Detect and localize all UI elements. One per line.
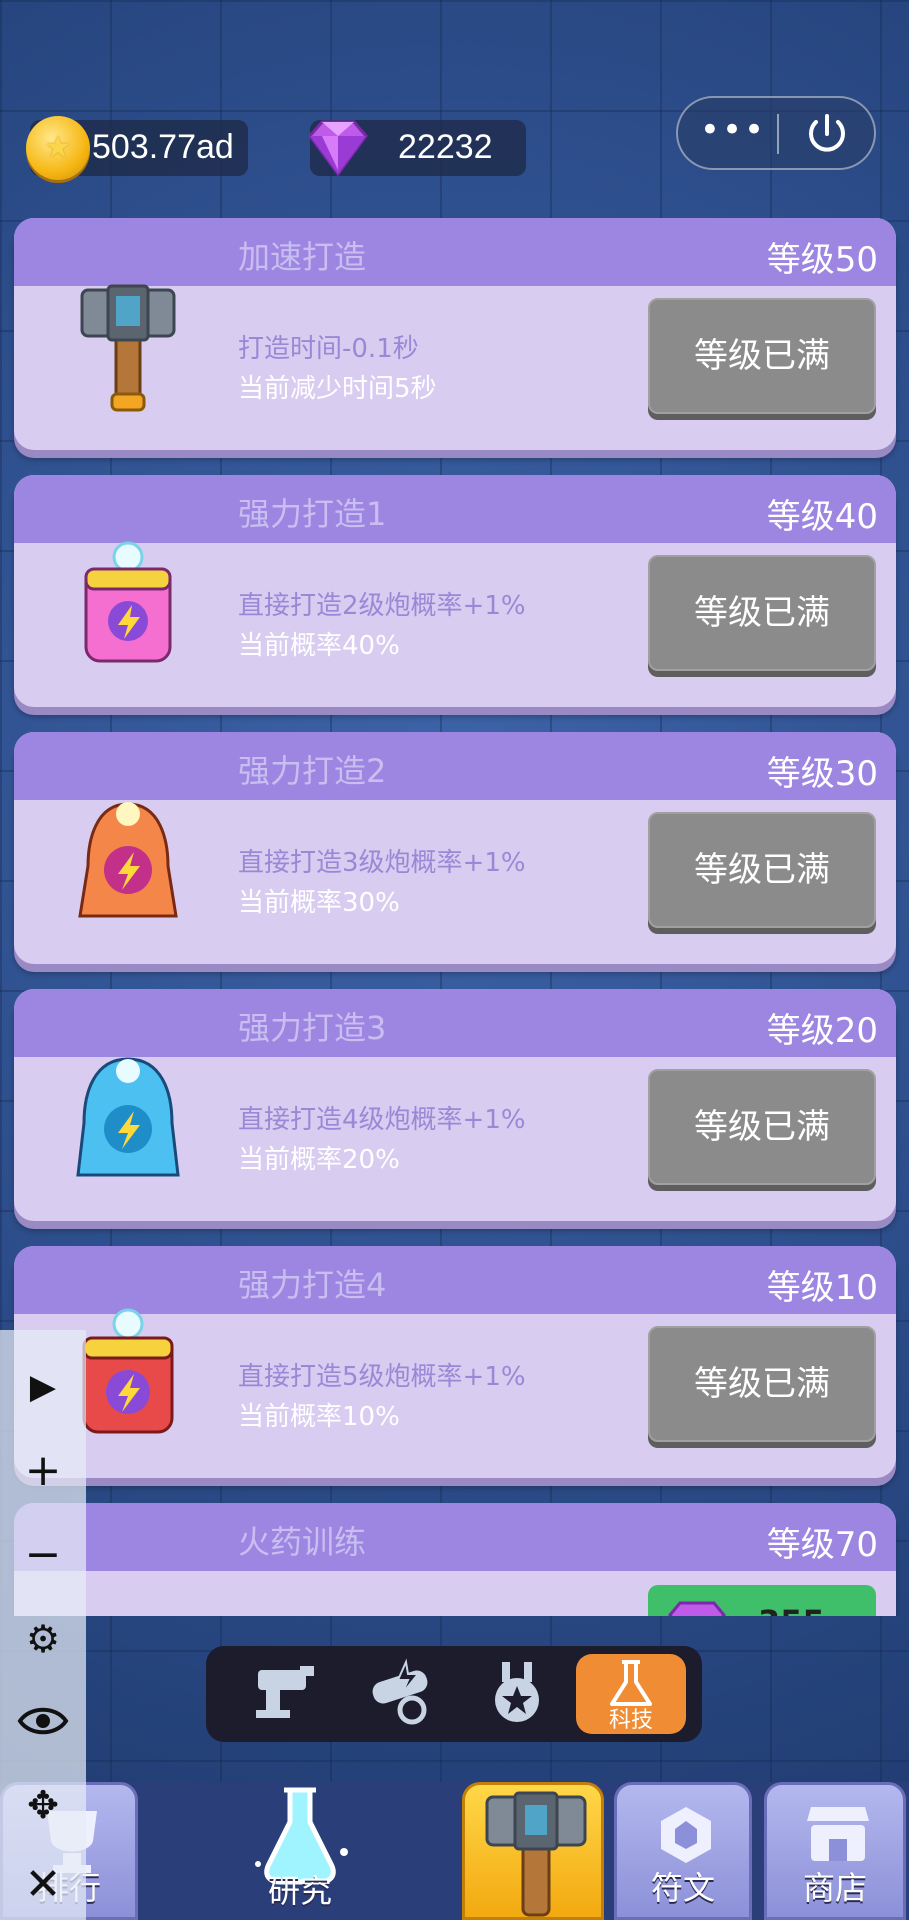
card-level: 等级70	[766, 1525, 878, 1565]
upgrade-price: 355	[758, 1603, 825, 1616]
forge-hammer-icon	[485, 1791, 587, 1917]
gear-icon[interactable]: ⚙	[14, 1610, 72, 1668]
nav-label: 商店	[802, 1869, 867, 1907]
nav-label: 符文	[650, 1869, 715, 1907]
upgrade-card-gunpowder-training: 火药训练 等级70 355	[14, 1503, 896, 1616]
play-icon[interactable]: ▶	[14, 1358, 72, 1416]
plus-icon[interactable]: +	[14, 1442, 72, 1500]
scroll-clip: 火药训练 等级70 355	[0, 0, 909, 1616]
card-title: 火药训练	[238, 1523, 367, 1561]
close-icon[interactable]: ✕	[14, 1856, 72, 1914]
nav-rune[interactable]: 符文	[614, 1782, 752, 1920]
medal-icon	[495, 1662, 539, 1722]
cannon-upgrade-icon	[372, 1658, 428, 1725]
research-tab-bar: 科技	[206, 1646, 702, 1742]
move-icon[interactable]: ✥	[14, 1776, 72, 1834]
nav-research[interactable]: 研究	[212, 1782, 388, 1920]
gem-icon	[668, 1601, 726, 1616]
nav-label: 研究	[267, 1872, 332, 1910]
tech-tab[interactable]: 科技	[576, 1654, 686, 1734]
cannon-tab[interactable]	[230, 1654, 340, 1734]
cannon-upgrade-tab[interactable]	[346, 1654, 456, 1734]
cannon-icon	[256, 1666, 314, 1718]
tab-label: 科技	[608, 1708, 653, 1733]
upgrade-buy-button[interactable]: 355	[648, 1585, 876, 1616]
eye-icon[interactable]	[14, 1692, 72, 1750]
bottom-navigation: 排行 研究 符文 商店	[0, 1782, 909, 1920]
minus-icon[interactable]: −	[14, 1526, 72, 1584]
debug-toolbar: ▶ + − ⚙ ✥ ✕	[0, 1330, 86, 1920]
medal-tab[interactable]	[462, 1654, 572, 1734]
nav-forge[interactable]	[462, 1782, 604, 1920]
nav-shop[interactable]: 商店	[764, 1782, 906, 1920]
